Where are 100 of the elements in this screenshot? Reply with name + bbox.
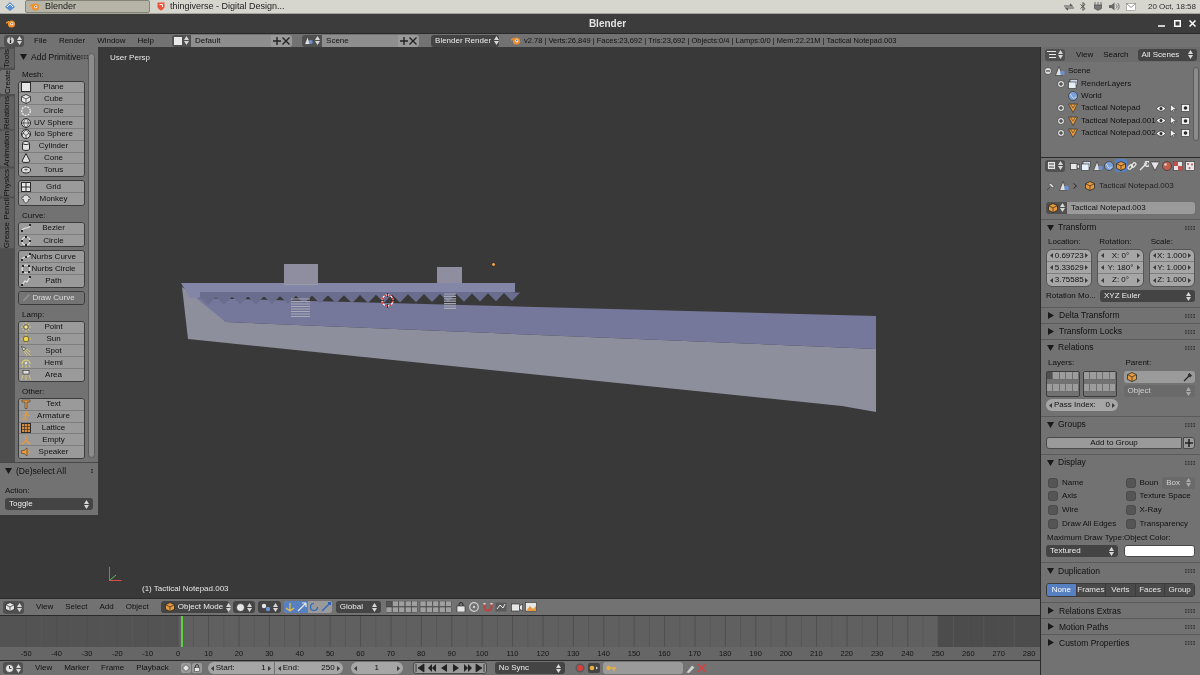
tool-button[interactable]: Circle [19,105,84,118]
menu-item[interactable]: Add [93,603,120,611]
pencil-icon[interactable] [685,663,695,673]
menu-item[interactable]: Object [119,603,155,611]
menu-item[interactable]: Playback [130,664,175,672]
screen-layout-button[interactable] [172,34,192,47]
checkbox-label[interactable]: X-Ray [1139,506,1162,514]
outliner-item[interactable]: Tactical Notepad [1081,104,1141,113]
layer-toggle[interactable] [1053,384,1060,392]
expand-toggle-icon[interactable] [1057,79,1065,88]
number-field[interactable]: 1 [350,662,403,674]
panel-header[interactable]: Motion Paths [1046,619,1195,635]
expand-toggle-icon[interactable] [1057,116,1065,125]
dropdown[interactable]: Box [1162,476,1195,489]
panel-header[interactable]: (De)select All [5,464,93,478]
editor-type-button[interactable] [3,600,24,614]
menu-item[interactable]: Frame [95,664,131,672]
menu-item[interactable]: View [30,603,60,611]
layer-toggle[interactable] [1109,384,1116,392]
menu-item[interactable]: View [29,664,59,672]
dropdown[interactable]: Toggle [5,498,93,510]
menu-item[interactable]: Window [91,36,132,45]
panel-header[interactable]: Groups [1046,417,1195,432]
number-field[interactable]: 3.75585 [1047,274,1092,286]
panel-header[interactable]: Transform Locks [1046,324,1195,339]
tool-button[interactable]: Nurbs Curve [19,251,84,264]
menu-item[interactable]: Help [131,36,161,45]
checkbox-icon[interactable] [1125,477,1136,488]
tool-button[interactable]: Monkey [19,193,84,205]
play-icon[interactable] [450,663,461,673]
snap-element-icon[interactable] [494,602,507,612]
layer-toggle[interactable] [1072,384,1079,392]
jump-to-end-icon[interactable] [474,663,485,673]
checkbox-icon[interactable] [1048,518,1058,529]
camera-icon[interactable] [1180,129,1190,138]
camera-icon[interactable] [1180,104,1190,113]
checkbox-label[interactable]: Draw All Edges [1062,519,1117,528]
dropdown[interactable]: Blender Render [431,34,500,47]
layer-toggle[interactable] [1084,384,1091,392]
checkbox-label[interactable]: Wire [1062,506,1079,514]
tool-button[interactable]: UV Sphere [19,117,84,129]
checkbox-label[interactable]: Texture Space [1139,492,1191,501]
menu-item[interactable]: View [1071,50,1099,59]
object-browse-button[interactable] [1046,201,1067,214]
dropdown[interactable]: No Sync [494,662,565,674]
next-keyframe-icon[interactable] [462,663,473,673]
taskbar-tab[interactable]: thingiverse - Digital Design... [152,0,300,13]
segment-option[interactable]: Verts [1106,584,1136,597]
pivot-button[interactable] [257,601,281,613]
add-icon[interactable] [273,36,282,45]
taskbar-tab[interactable]: Blender [25,0,150,13]
tool-button[interactable]: Text [19,398,84,411]
checkbox-label[interactable]: Name [1062,478,1084,487]
segment-option[interactable]: Faces [1135,584,1166,597]
number-field[interactable]: Z: 0° [1098,274,1143,286]
scrollbar[interactable] [1192,67,1199,141]
number-field[interactable]: Z: 1.000 [1149,274,1194,286]
checkbox-icon[interactable] [1048,491,1058,502]
layer-toggle[interactable] [1103,372,1110,380]
checkbox-icon[interactable] [1125,505,1136,515]
tool-button[interactable]: Speaker [19,446,84,458]
add-button[interactable] [1183,437,1195,449]
outliner-item[interactable]: World [1081,91,1102,100]
layer-toggle[interactable] [1047,372,1054,380]
menu-item[interactable]: Search [1098,50,1134,59]
volume-icon[interactable] [1108,2,1120,11]
add-to-group-button[interactable]: Add to Group [1046,437,1182,449]
editor-type-button[interactable] [1045,48,1065,61]
checkbox-label[interactable]: Transparency [1139,519,1189,528]
menu-item[interactable]: File [28,36,53,45]
panel-header[interactable]: Duplication [1046,563,1195,579]
outliner-item[interactable]: RenderLayers [1081,79,1132,88]
layer-toggle[interactable] [1103,384,1110,392]
dropdown[interactable]: Object Mode [160,601,229,613]
tool-button[interactable]: Area [19,369,84,381]
editor-type-button[interactable] [1045,159,1065,172]
layer-toggle[interactable] [1059,372,1067,380]
properties-tab[interactable] [1103,159,1115,172]
panel-header[interactable]: Display [1046,455,1195,470]
remove-icon[interactable] [282,36,291,45]
plug-icon[interactable] [1093,2,1102,11]
color-field[interactable] [1123,545,1195,558]
panel-header[interactable]: Relations [1046,340,1195,355]
launcher-icon[interactable] [4,1,16,12]
remove-icon[interactable] [409,36,418,45]
checkbox-label[interactable]: Boun [1139,478,1159,487]
menu-item[interactable]: Marker [58,664,96,672]
eye-icon[interactable] [1155,129,1166,137]
layer-toggle[interactable] [1072,372,1079,380]
dropdown[interactable]: All Scenes [1137,48,1197,61]
eye-icon[interactable] [1155,104,1166,112]
outliner-item[interactable]: Tactical Notepad.002 [1081,129,1156,138]
lock-icon[interactable] [455,602,466,612]
number-field[interactable]: X: 0° [1098,250,1143,262]
checkbox-label[interactable]: Axis [1062,492,1078,501]
tool-button[interactable]: Empty [19,434,84,447]
shading-button[interactable] [232,601,255,613]
parent-field[interactable] [1123,371,1195,383]
collapse-toggle-icon[interactable] [1044,67,1052,76]
layer-toggle[interactable] [1109,372,1116,380]
